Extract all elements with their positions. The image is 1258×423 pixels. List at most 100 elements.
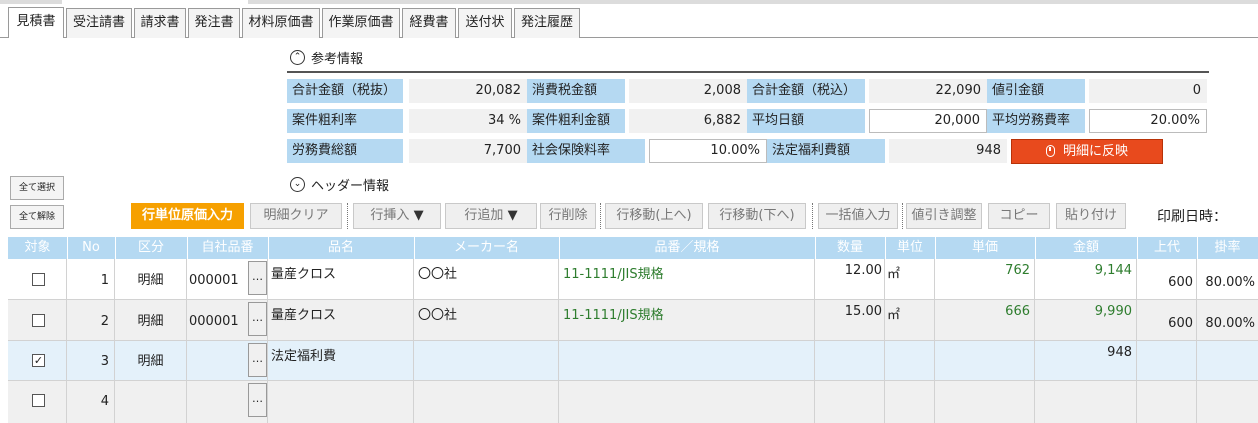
divider [1137, 237, 1138, 259]
reference-section-toggle[interactable]: ⌃ 参考情報 [290, 48, 363, 67]
table-row[interactable]: 2 明細 000001 量産クロス 〇〇社 11-1111/JIS規格 15.0… [8, 300, 1258, 341]
spec-cell[interactable] [559, 381, 815, 423]
tab-expenses[interactable]: 経費書 [402, 8, 456, 38]
header-info-toggle[interactable]: ⌄ ヘッダー情報 [290, 175, 389, 194]
unit-price-cell[interactable] [935, 341, 1035, 380]
target-cell: ✓ [8, 341, 67, 380]
add-row-label: 行追加 [464, 208, 504, 223]
divider [248, 0, 1258, 4]
unit-price-cell[interactable]: 666 [935, 300, 1035, 340]
maker-cell[interactable]: 〇〇社 [414, 259, 559, 299]
kubun-cell[interactable] [115, 381, 187, 423]
item-lookup-button[interactable]: … [248, 302, 267, 336]
move-row-down-button[interactable]: 行移動(下へ) [708, 203, 806, 229]
clear-details-button[interactable]: 明細クリア [250, 203, 342, 229]
insert-row-label: 行挿入 [370, 208, 410, 223]
tab-invoice[interactable]: 請求書 [134, 8, 186, 38]
discount-adjust-button[interactable]: 値引き調整 [906, 203, 982, 229]
spec-cell[interactable] [559, 341, 815, 380]
tab-estimate[interactable]: 見積書 [8, 7, 64, 38]
maker-cell[interactable]: 〇〇社 [414, 300, 559, 340]
product-name-cell[interactable]: 法定福利費 [268, 341, 414, 380]
unit-cell[interactable] [885, 381, 935, 423]
spec-cell[interactable]: 11-1111/JIS規格 [559, 259, 815, 299]
tab-order-confirmation[interactable]: 受注請書 [66, 8, 132, 38]
item-lookup-button[interactable]: … [248, 383, 267, 417]
list-price-cell[interactable] [1137, 381, 1197, 423]
column-header: 品名 [327, 240, 354, 255]
tax-value: 2,008 [629, 79, 747, 103]
delete-row-button[interactable]: 行削除 [540, 203, 596, 229]
tab-purchase-order[interactable]: 発注書 [188, 8, 240, 38]
add-row-button[interactable]: 行追加 ▼ [445, 203, 537, 229]
table-row[interactable]: 1 明細 000001 量産クロス 〇〇社 11-1111/JIS規格 12.0… [8, 259, 1258, 300]
row-number: 1 [67, 259, 115, 299]
row-checkbox[interactable] [32, 273, 45, 286]
select-all-button[interactable]: 全て選択 [10, 176, 64, 200]
row-checkbox[interactable] [32, 394, 45, 407]
margin-amount-label: 案件粗利金額 [527, 109, 625, 133]
unit-cell[interactable]: ㎡ [885, 300, 935, 340]
divider [935, 237, 936, 259]
table-row[interactable]: 4 … [8, 381, 1258, 423]
kubun-cell[interactable]: 明細 [115, 300, 187, 340]
copy-button[interactable]: コピー [988, 203, 1050, 229]
row-number: 4 [67, 381, 115, 423]
table-row[interactable]: ✓ 3 明細 法定福利費 948 … [8, 341, 1258, 381]
labor-total-label: 労務費総額 [287, 139, 403, 163]
divider [287, 71, 1209, 73]
tab-material-cost[interactable]: 材料原価書 [242, 8, 320, 38]
item-lookup-button[interactable]: … [248, 261, 267, 295]
target-cell [8, 259, 67, 299]
social-insurance-input[interactable]: 10.00% [649, 139, 767, 163]
rate-cell[interactable]: 80.00% [1197, 259, 1258, 299]
avg-labor-input[interactable]: 20.00% [1089, 109, 1207, 133]
tab-work-cost[interactable]: 作業原価書 [322, 8, 400, 38]
bulk-input-button[interactable]: 一括値入力 [818, 203, 898, 229]
divider [559, 237, 560, 259]
unit-cell[interactable] [885, 341, 935, 380]
row-cost-input-button[interactable]: 行単位原価入力 [131, 203, 244, 229]
column-header: 対象 [24, 240, 51, 255]
rate-cell[interactable] [1197, 381, 1258, 423]
reflect-to-details-button[interactable]: 明細に反映 [1011, 139, 1163, 164]
amount-cell: 9,990 [1035, 300, 1137, 340]
rate-cell[interactable] [1197, 341, 1258, 380]
reference-heading: 参考情報 [311, 52, 364, 67]
product-name-cell[interactable]: 量産クロス [268, 300, 414, 340]
maker-cell[interactable] [414, 381, 559, 423]
quantity-cell[interactable]: 12.00 [815, 259, 885, 299]
list-price-cell[interactable] [1137, 341, 1197, 380]
amount-cell: 9,144 [1035, 259, 1137, 299]
row-checkbox-checked[interactable]: ✓ [32, 354, 45, 367]
kubun-cell[interactable]: 明細 [115, 341, 187, 380]
move-row-up-button[interactable]: 行移動(上へ) [605, 203, 703, 229]
quantity-cell[interactable]: 15.00 [815, 300, 885, 340]
toolbar-separator [812, 203, 813, 229]
product-name-cell[interactable]: 量産クロス [268, 259, 414, 299]
spec-cell[interactable]: 11-1111/JIS規格 [559, 300, 815, 340]
paste-button[interactable]: 貼り付け [1056, 203, 1126, 229]
clear-all-button[interactable]: 全て解除 [10, 205, 64, 229]
collapse-chevron-icon: ⌃ [290, 50, 305, 65]
unit-cell[interactable]: ㎡ [885, 259, 935, 299]
rate-cell[interactable]: 80.00% [1197, 300, 1258, 340]
product-name-cell[interactable] [268, 381, 414, 423]
column-header: No [82, 240, 100, 255]
quantity-cell[interactable] [815, 381, 885, 423]
total-value: 22,090 [869, 79, 987, 103]
row-checkbox[interactable] [32, 314, 45, 327]
maker-cell[interactable] [414, 341, 559, 380]
insert-row-button[interactable]: 行挿入 ▼ [353, 203, 441, 229]
avg-day-input[interactable]: 20,000 [869, 109, 987, 133]
unit-price-cell[interactable] [935, 381, 1035, 423]
list-price-cell[interactable]: 600 [1137, 300, 1197, 340]
kubun-cell[interactable]: 明細 [115, 259, 187, 299]
column-header: 上代 [1153, 240, 1180, 255]
unit-price-cell[interactable]: 762 [935, 259, 1035, 299]
item-lookup-button[interactable]: … [248, 343, 267, 377]
tab-order-history[interactable]: 発注履歴 [514, 8, 580, 38]
quantity-cell[interactable] [815, 341, 885, 380]
tab-cover-letter[interactable]: 送付状 [458, 8, 512, 38]
list-price-cell[interactable]: 600 [1137, 259, 1197, 299]
